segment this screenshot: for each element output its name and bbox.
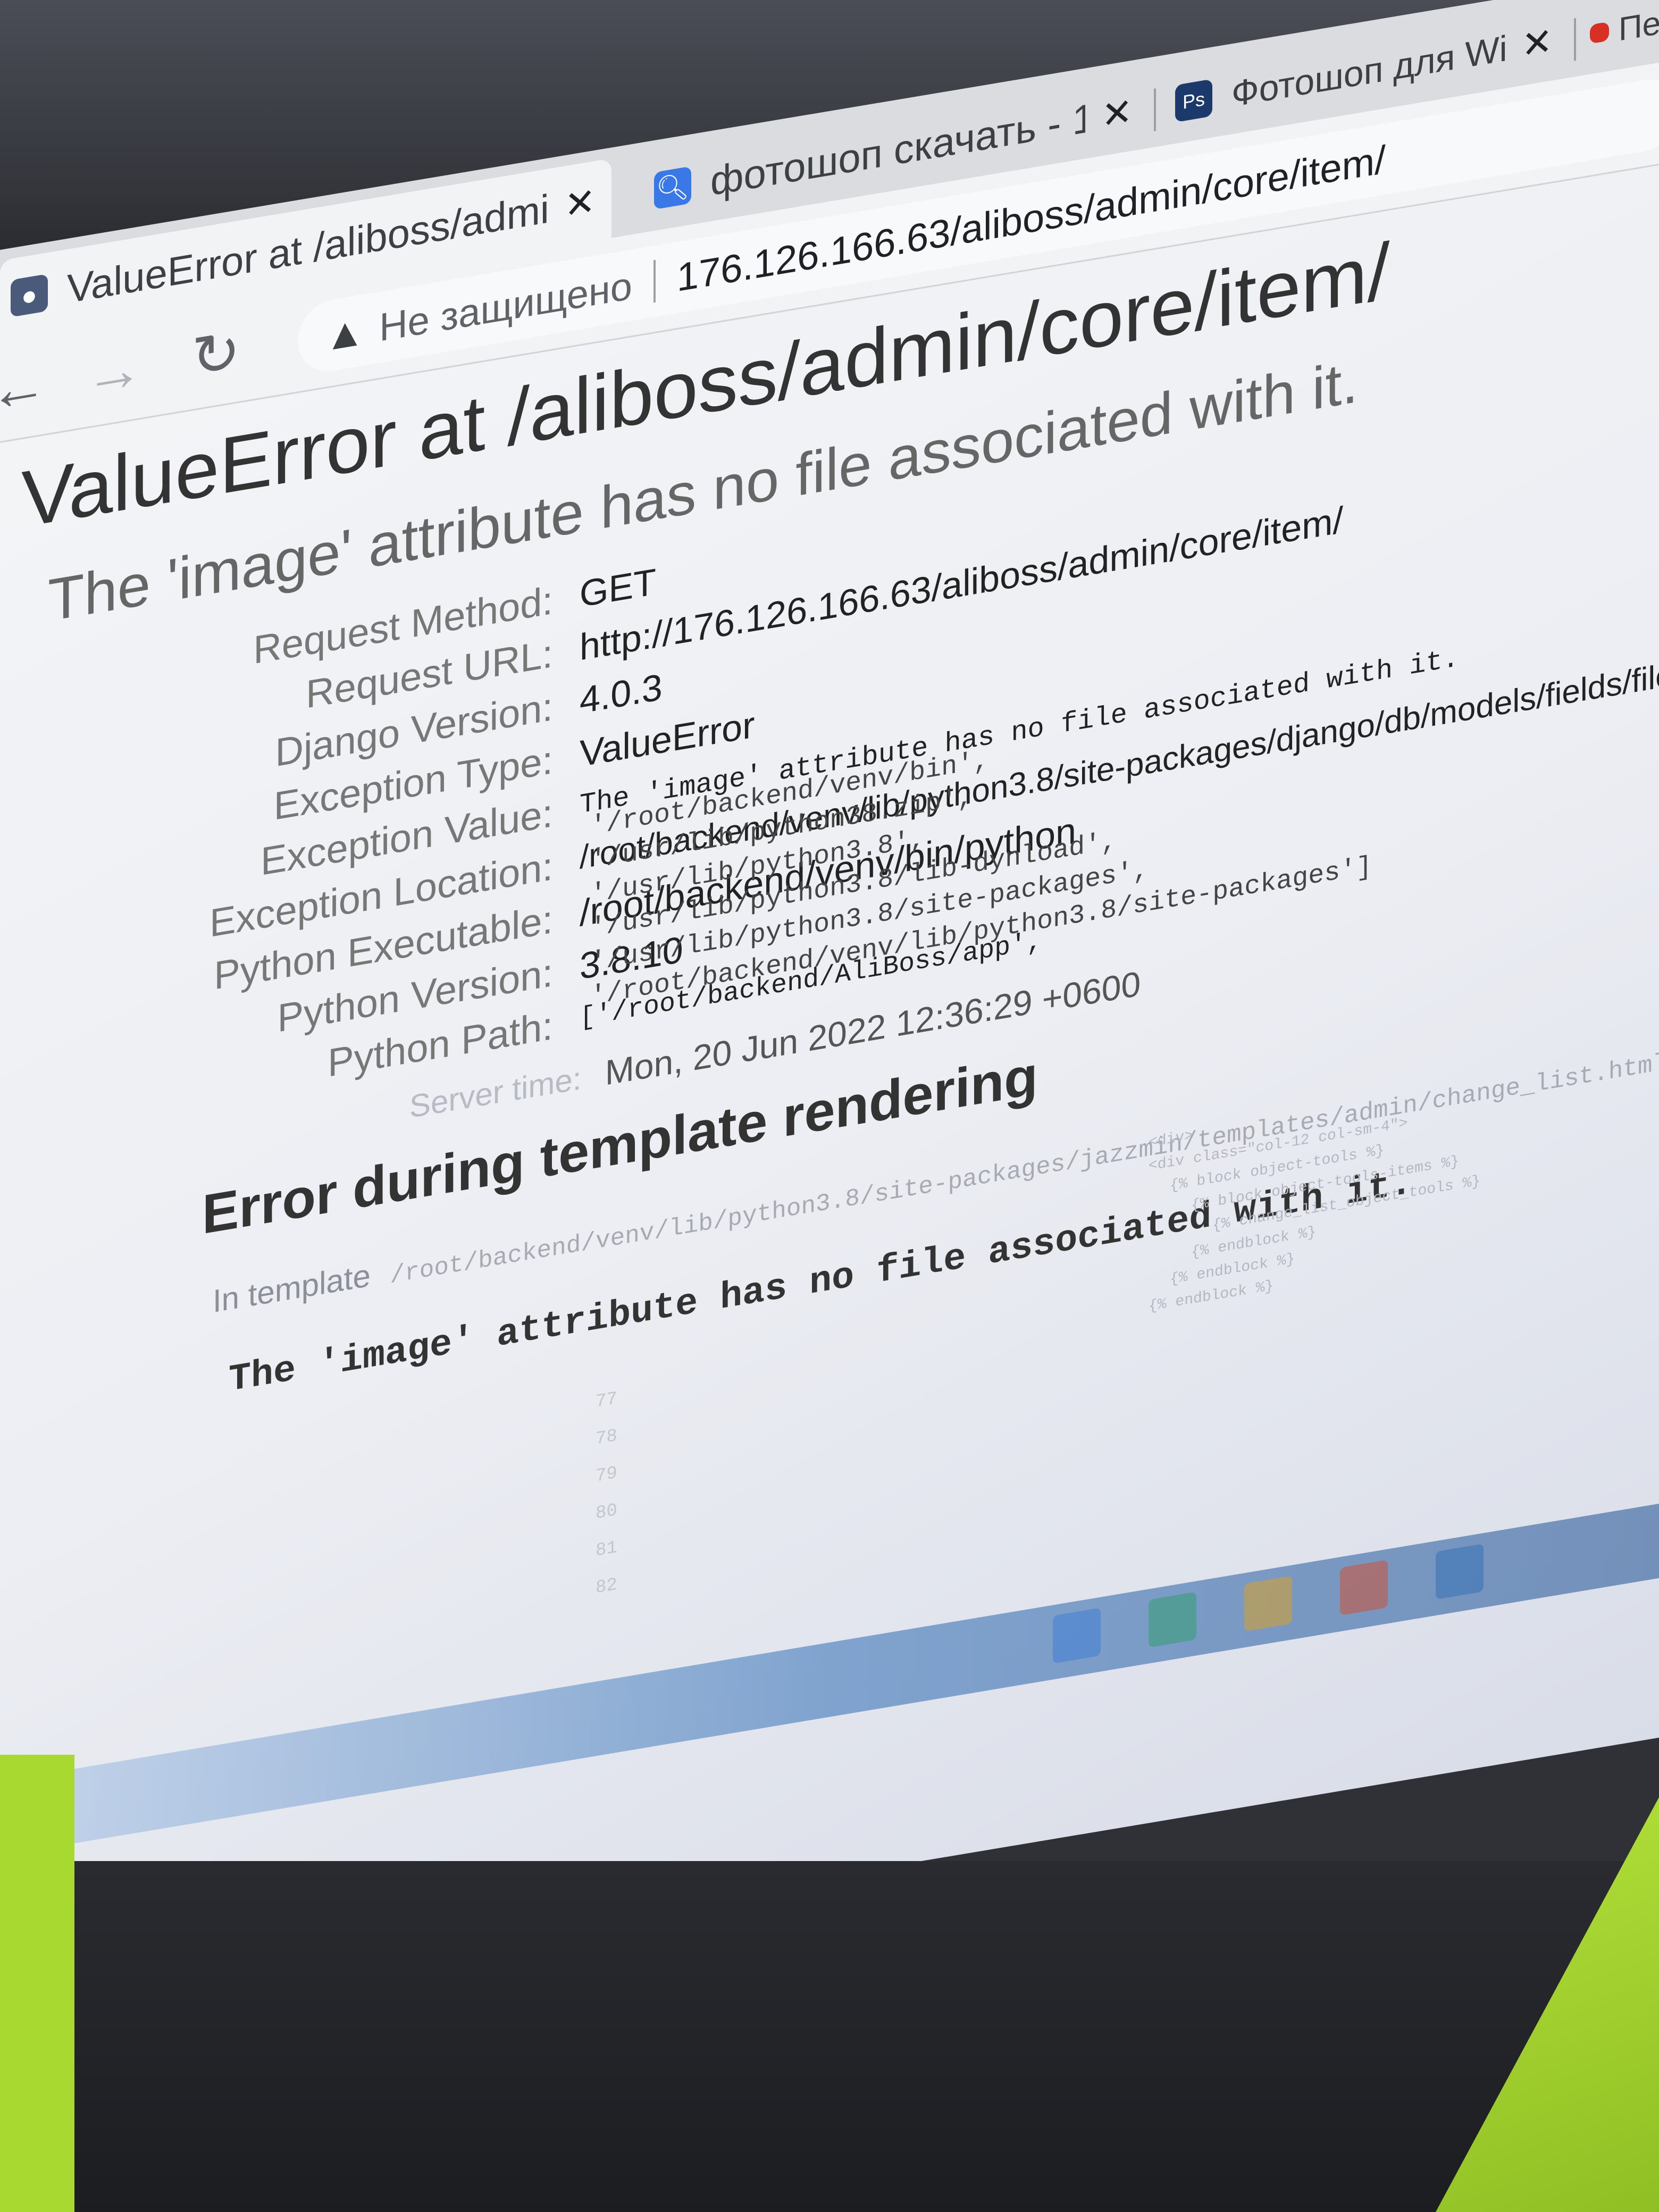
security-label[interactable]: Не защищено <box>379 263 632 350</box>
line-number: 77 <box>596 1388 617 1413</box>
pin-icon <box>1590 21 1609 44</box>
logo-icon: ● <box>11 273 48 317</box>
close-icon[interactable]: ✕ <box>1521 19 1553 68</box>
app-icon[interactable] <box>1053 1607 1101 1664</box>
line-number: 82 <box>596 1574 617 1599</box>
line-numbers: 77 78 79 80 81 82 <box>596 1380 617 1607</box>
reload-icon[interactable]: ↻ <box>191 317 240 391</box>
line-number: 78 <box>596 1426 617 1450</box>
app-icon[interactable] <box>1149 1591 1196 1648</box>
photoshop-icon: Ps <box>1175 79 1212 123</box>
search-icon: 🔍︎ <box>654 166 691 210</box>
warning-icon[interactable]: ▲ <box>324 306 365 361</box>
folder-icon[interactable] <box>1244 1576 1292 1632</box>
tab-other[interactable]: Пе <box>1585 0 1659 75</box>
line-number: 80 <box>596 1500 617 1524</box>
forward-icon[interactable]: → <box>85 334 144 409</box>
close-icon[interactable]: ✕ <box>1101 89 1133 138</box>
tab-separator <box>1574 18 1576 61</box>
line-number: 79 <box>596 1463 617 1487</box>
page-content: ValueError at /aliboss/admin/core/item/ … <box>0 164 1659 2015</box>
server-time-label: Server time: <box>409 1060 582 1125</box>
code-snippet: <div> <div class="col-12 col-sm-4"> {% blo… <box>1149 1076 1480 1319</box>
tab-separator <box>1154 88 1156 131</box>
background-surface <box>0 1755 74 2212</box>
app-icon[interactable] <box>1340 1560 1388 1616</box>
back-icon[interactable]: ← <box>0 350 48 425</box>
line-number: 81 <box>596 1537 617 1562</box>
app-icon[interactable] <box>1436 1544 1484 1600</box>
tab-title: Пе <box>1619 4 1659 48</box>
meta-value: 4.0.3 <box>580 666 663 722</box>
bezel-bottom <box>0 1861 1659 2212</box>
in-template-label: In template <box>213 1257 371 1320</box>
meta-value: GET <box>580 560 656 615</box>
browser-window: ● ValueError at /aliboss/admin ✕ 🔍︎ фото… <box>0 0 1659 2015</box>
close-icon[interactable]: ✕ <box>564 179 596 228</box>
omnibox-divider <box>653 259 656 303</box>
